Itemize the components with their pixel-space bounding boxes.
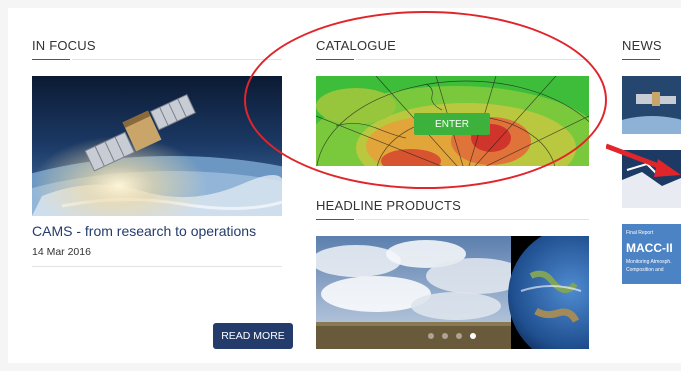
news-thumbnail-1[interactable] xyxy=(622,76,681,134)
headline-products-divider xyxy=(356,219,589,220)
read-more-button[interactable]: READ MORE xyxy=(213,323,293,349)
news-thumbnail-3[interactable]: Final Report MACC-II Monitoring Atmosph.… xyxy=(622,224,681,284)
catalogue-highlight-annotation xyxy=(244,11,607,189)
in-focus-heading: IN FOCUS xyxy=(32,38,96,53)
in-focus-article-date: 14 Mar 2016 xyxy=(32,246,91,258)
sky-and-globe-composite-icon xyxy=(316,236,589,349)
satellite-thumbnail-icon xyxy=(622,76,681,134)
headline-products-heading: HEADLINE PRODUCTS xyxy=(316,198,461,213)
news-thumb3-label: Final Report xyxy=(626,230,654,236)
carousel-dot-1[interactable] xyxy=(428,333,434,339)
in-focus-underline xyxy=(32,59,70,60)
headline-products-carousel[interactable] xyxy=(316,236,589,349)
in-focus-article-link[interactable]: CAMS - from research to operations xyxy=(32,223,256,239)
in-focus-date-divider xyxy=(32,266,282,267)
news-thumb3-subtitle-1: Monitoring Atmosph. xyxy=(626,259,672,265)
carousel-dot-3[interactable] xyxy=(456,333,462,339)
news-heading: NEWS xyxy=(622,38,662,53)
news-underline xyxy=(622,59,660,60)
red-arrow-icon xyxy=(606,143,681,177)
news-thumb3-title: MACC-II xyxy=(626,241,673,255)
in-focus-divider xyxy=(72,59,282,60)
carousel-dot-2[interactable] xyxy=(442,333,448,339)
headline-products-underline xyxy=(316,219,354,220)
carousel-dot-4-active[interactable] xyxy=(470,333,476,339)
news-thumb3-subtitle-2: Composition and xyxy=(626,267,664,273)
